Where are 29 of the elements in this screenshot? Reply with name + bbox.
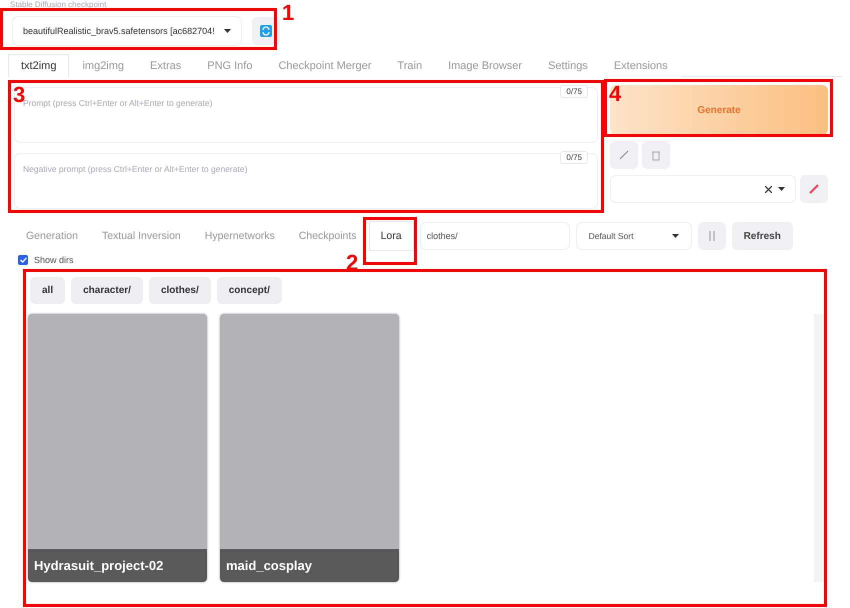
token-counter: 0/75 <box>560 151 588 164</box>
checkbox[interactable] <box>18 255 28 265</box>
token-counter: 0/75 <box>560 85 588 98</box>
clear-icon[interactable] <box>765 186 772 192</box>
checkpoint-select[interactable]: beautifulRealistic_brav5.safetensors [ac682704! <box>12 16 242 46</box>
dir-filter-button[interactable]: concept/ <box>216 277 282 304</box>
refresh-button[interactable]: Refresh <box>732 222 793 250</box>
caret-icon <box>224 28 231 32</box>
sort-direction-icon[interactable] <box>698 222 726 250</box>
lora-card[interactable]: Hydrasuit_project-02 <box>28 314 207 582</box>
card-title: Hydrasuit_project-02 <box>28 549 207 582</box>
dir-filter-button[interactable]: clothes/ <box>148 277 211 304</box>
network-tab[interactable]: Lora <box>368 221 414 251</box>
dir-filter-button[interactable]: all <box>30 277 66 304</box>
caret-icon <box>778 187 785 191</box>
brush-icon[interactable] <box>800 175 828 203</box>
annotation-number: 1 <box>282 2 294 24</box>
sort-select[interactable]: Default Sort <box>576 222 692 250</box>
tab[interactable]: txt2img <box>8 54 70 77</box>
checkpoint-label: Stable Diffusion checkpoint <box>9 0 106 9</box>
checkbox-label: Show dirs <box>34 255 74 265</box>
trash-icon[interactable] <box>642 141 670 169</box>
dir-filter-button[interactable]: character/ <box>71 277 143 304</box>
caret-icon <box>672 234 679 238</box>
annotation-number: 4 <box>609 83 622 105</box>
card-title: maid_cosplay <box>220 549 399 582</box>
lora-card[interactable]: maid_cosplay <box>220 314 399 582</box>
search-field[interactable]: clothes/ <box>420 222 570 250</box>
annotation-frame <box>363 217 417 265</box>
